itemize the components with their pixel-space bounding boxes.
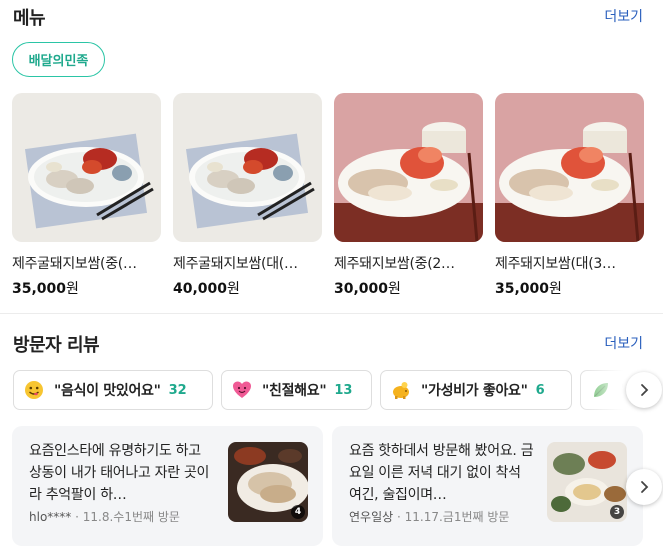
menu-item-name: 제주굴돼지보쌈(중(…: [12, 256, 137, 272]
piggy-bank-icon: [391, 380, 411, 400]
visit-count: 1번째 방문: [124, 510, 180, 524]
menu-item[interactable]: 제주굴돼지보쌈(중(… 35,000원: [12, 93, 161, 298]
review-text: 요즘인스타에 유명하기도 하고 상동이 내가 태어나고 자란 곳이라 추억팔이 …: [29, 443, 210, 503]
chevron-right-icon: [641, 481, 649, 493]
price-unit: 원: [66, 281, 79, 297]
menu-item-name: 제주돼지보쌈(대(3…: [495, 256, 616, 272]
menu-photo: [173, 93, 322, 242]
keyword-chip[interactable]: "음식이 맛있어요" 32: [13, 370, 213, 410]
price-unit: 원: [388, 281, 401, 297]
review-date: 11.17.금: [404, 510, 454, 524]
keyword-chip[interactable]: "친절해요" 13: [221, 370, 372, 410]
meta-separator: ·: [75, 510, 83, 524]
meta-separator: ·: [397, 510, 405, 524]
chevron-right-icon: [641, 384, 649, 396]
price-value: 30,000: [334, 281, 389, 297]
yum-face-icon: [24, 380, 44, 400]
price-value: 40,000: [173, 281, 228, 297]
keyword-count: 13: [334, 382, 353, 398]
review-text: 요즘 핫하데서 방문해 봤어요. 금요일 이른 저녁 대기 없이 착석 여긴, …: [349, 443, 534, 503]
keyword-text: "음식이 맛있어요": [54, 383, 161, 399]
keyword-chip[interactable]: "가성비가 좋아요" 6: [380, 370, 572, 410]
review-card[interactable]: 요즘 핫하데서 방문해 봤어요. 금요일 이른 저녁 대기 없이 착석 여긴, …: [332, 426, 643, 546]
menu-photo: [334, 93, 483, 242]
review-author: hlo****: [29, 510, 72, 524]
section-divider: [0, 313, 663, 314]
review-date: 11.8.수: [82, 510, 125, 524]
photo-count-badge: 4: [291, 505, 305, 519]
menu-photo: [495, 93, 644, 242]
keyword-count: 6: [535, 382, 545, 398]
keyword-text: "친절해요": [262, 383, 327, 399]
review-section-title: 방문자 리뷰: [13, 335, 100, 356]
price-unit: 원: [549, 281, 562, 297]
menu-item-price: 40,000원: [173, 278, 322, 298]
review-photo[interactable]: 4: [228, 442, 308, 522]
price-value: 35,000: [495, 281, 550, 297]
review-meta: hlo**** · 11.8.수1번째 방문: [29, 508, 180, 525]
keyword-chip-row: "음식이 맛있어요" 32 "친절해요" 13 "가성비가 좋아요" 6 ": [13, 370, 660, 410]
price-unit: 원: [227, 281, 240, 297]
review-author: 연우일상: [349, 510, 394, 524]
visit-count: 1번째 방문: [453, 510, 510, 524]
menu-more-link[interactable]: 더보기: [604, 6, 643, 26]
review-next-button[interactable]: [626, 469, 662, 505]
menu-list: 제주굴돼지보쌈(중(… 35,000원 제주굴돼지보쌈(대(… 40,000원: [12, 93, 644, 298]
menu-item[interactable]: 제주돼지보쌈(중(2… 30,000원: [334, 93, 483, 298]
menu-item[interactable]: 제주굴돼지보쌈(대(… 40,000원: [173, 93, 322, 298]
keyword-count: 32: [168, 382, 187, 398]
menu-item-price: 35,000원: [12, 278, 161, 298]
menu-section-title: 메뉴: [13, 8, 46, 29]
menu-item[interactable]: 제주돼지보쌈(대(3… 35,000원: [495, 93, 644, 298]
menu-item-name: 제주돼지보쌈(중(2…: [334, 256, 455, 272]
review-meta: 연우일상 · 11.17.금1번째 방문: [349, 508, 509, 525]
delivery-app-chip[interactable]: 배달의민족: [12, 42, 105, 77]
menu-photo: [12, 93, 161, 242]
keyword-next-button[interactable]: [626, 372, 662, 408]
menu-item-price: 35,000원: [495, 278, 644, 298]
photo-count-badge: 3: [610, 505, 624, 519]
review-more-link[interactable]: 더보기: [604, 333, 643, 353]
heart-face-icon: [232, 380, 252, 400]
review-photo[interactable]: 3: [547, 442, 627, 522]
keyword-text: "가성비가 좋아요": [421, 383, 528, 399]
review-card[interactable]: 요즘인스타에 유명하기도 하고 상동이 내가 태어나고 자란 곳이라 추억팔이 …: [12, 426, 323, 546]
menu-item-name: 제주굴돼지보쌈(대(…: [173, 256, 298, 272]
price-value: 35,000: [12, 281, 67, 297]
menu-item-price: 30,000원: [334, 278, 483, 298]
